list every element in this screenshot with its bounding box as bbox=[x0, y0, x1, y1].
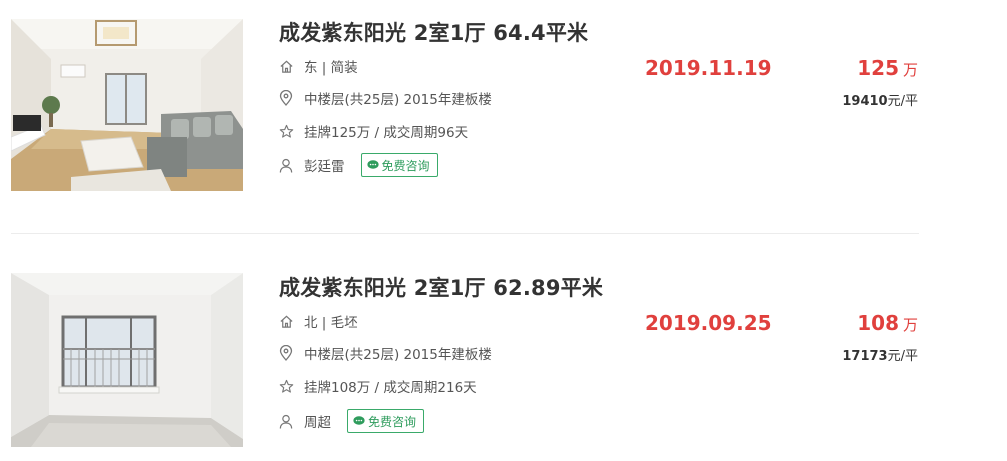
agent-name[interactable]: 彭廷雷 bbox=[304, 155, 345, 175]
agent-row: 彭廷雷 免费咨询 bbox=[278, 153, 438, 177]
unit-price-unit: 元/平 bbox=[887, 94, 918, 109]
agent-row: 周超 免费咨询 bbox=[278, 409, 425, 433]
total-price-value: 108 bbox=[857, 311, 899, 335]
listing-photo-living-room[interactable] bbox=[11, 19, 243, 191]
house-info-row: 北 | 毛坯 bbox=[278, 311, 358, 331]
location-pin-icon bbox=[278, 90, 294, 106]
total-price-unit: 万 bbox=[902, 61, 918, 79]
deal-cycle-text: 挂牌125万 / 成交周期96天 bbox=[304, 125, 469, 141]
total-price: 108 万 bbox=[857, 311, 918, 335]
deal-date: 2019.09.25 bbox=[645, 311, 772, 335]
unit-price-value: 19410 bbox=[842, 94, 888, 109]
listing-card: 成发紫东阳光 2室1厅 62.89平米 北 | 毛坯 中楼层(共25层) 201… bbox=[0, 256, 1007, 456]
agent-name[interactable]: 周超 bbox=[304, 411, 331, 431]
living-room-photo bbox=[11, 19, 243, 191]
house-info-text: 北 | 毛坯 bbox=[304, 315, 358, 331]
person-icon bbox=[278, 413, 294, 429]
house-info-row: 东 | 简装 bbox=[278, 56, 358, 76]
deal-cycle-row: 挂牌125万 / 成交周期96天 bbox=[278, 121, 468, 141]
home-icon bbox=[278, 313, 294, 329]
free-consult-button[interactable]: 免费咨询 bbox=[360, 153, 438, 177]
deal-date: 2019.11.19 bbox=[645, 56, 772, 80]
listing-divider bbox=[11, 233, 919, 234]
position-info-row: 中楼层(共25层) 2015年建板楼 bbox=[278, 343, 492, 363]
free-consult-button[interactable]: 免费咨询 bbox=[347, 409, 425, 433]
star-icon bbox=[278, 378, 294, 394]
deal-cycle-text: 挂牌108万 / 成交周期216天 bbox=[304, 380, 477, 396]
unit-price-unit: 元/平 bbox=[887, 349, 918, 364]
unit-price-value: 17173 bbox=[842, 349, 888, 364]
total-price-value: 125 bbox=[857, 56, 899, 80]
chat-bubble-icon bbox=[366, 160, 379, 170]
free-consult-label: 免费咨询 bbox=[381, 158, 430, 173]
position-info-row: 中楼层(共25层) 2015年建板楼 bbox=[278, 88, 492, 108]
star-icon bbox=[278, 123, 294, 139]
deal-cycle-row: 挂牌108万 / 成交周期216天 bbox=[278, 376, 477, 396]
location-pin-icon bbox=[278, 345, 294, 361]
listing-card: 成发紫东阳光 2室1厅 64.4平米 东 | 简装 中楼层(共25层) 2015… bbox=[0, 0, 1007, 200]
position-info-text: 中楼层(共25层) 2015年建板楼 bbox=[304, 347, 492, 363]
house-info-text: 东 | 简装 bbox=[304, 60, 358, 76]
unit-price: 17173元/平 bbox=[842, 345, 918, 364]
free-consult-label: 免费咨询 bbox=[368, 414, 417, 429]
home-icon bbox=[278, 58, 294, 74]
total-price-unit: 万 bbox=[902, 316, 918, 334]
empty-room-photo bbox=[11, 273, 243, 447]
unit-price: 19410元/平 bbox=[842, 90, 918, 109]
person-icon bbox=[278, 157, 294, 173]
total-price: 125 万 bbox=[857, 56, 918, 80]
chat-bubble-icon bbox=[353, 416, 365, 426]
listing-title[interactable]: 成发紫东阳光 2室1厅 62.89平米 bbox=[279, 272, 603, 302]
position-info-text: 中楼层(共25层) 2015年建板楼 bbox=[304, 92, 492, 108]
listing-photo-empty-room[interactable] bbox=[11, 273, 243, 447]
listing-title[interactable]: 成发紫东阳光 2室1厅 64.4平米 bbox=[279, 17, 588, 47]
